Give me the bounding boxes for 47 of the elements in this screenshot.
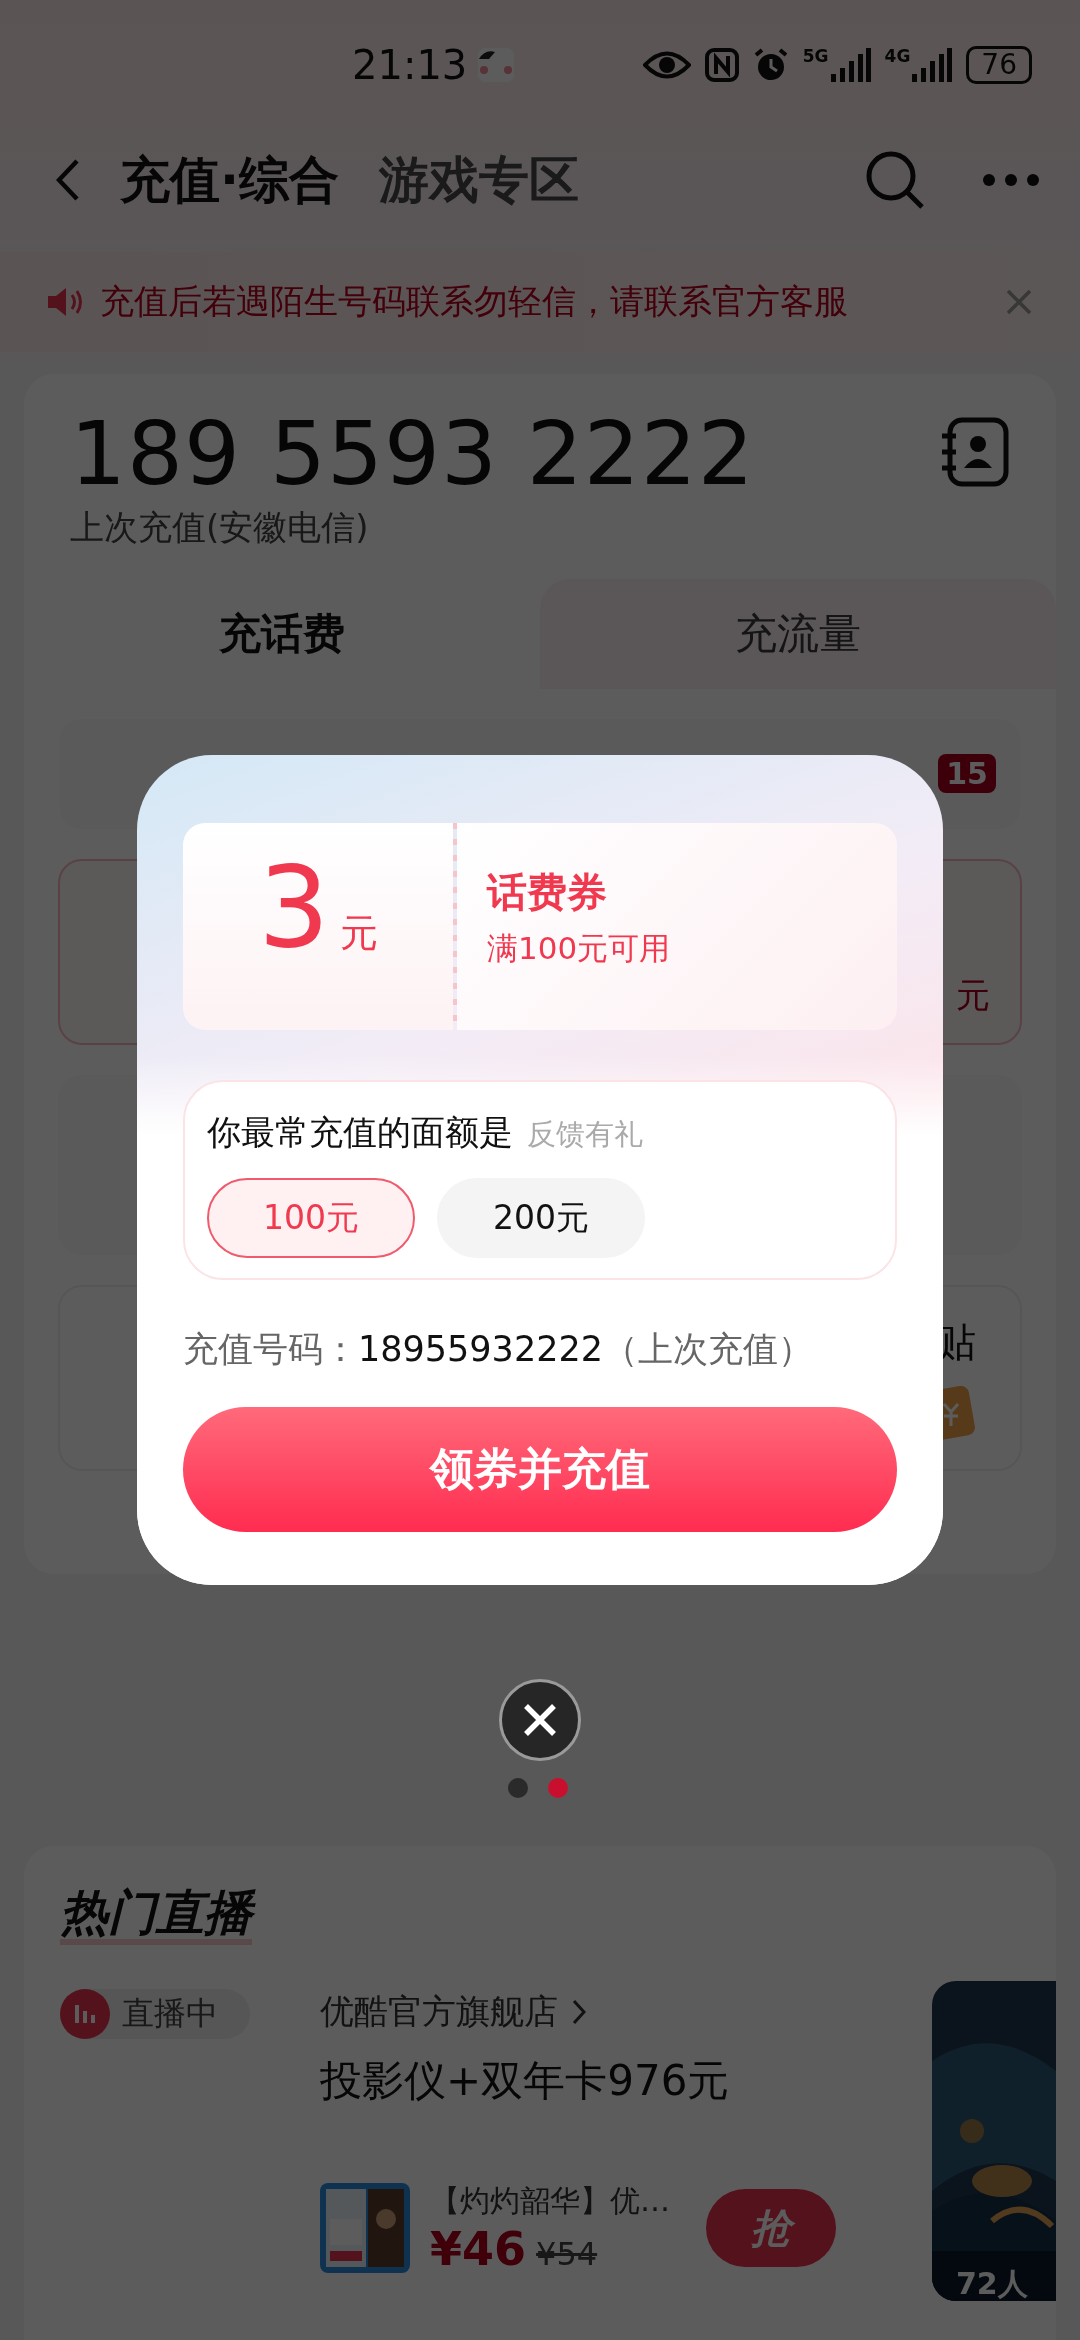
- sale-price: ¥46: [430, 2221, 527, 2276]
- pager-dot[interactable]: [548, 1778, 568, 1798]
- shop-name[interactable]: 优酷官方旗舰店: [320, 1988, 558, 2035]
- live-headline: 投影仪+双年卡976元: [320, 2054, 731, 2107]
- viewer-count: 72人: [956, 2265, 1029, 2303]
- coupon-unit: 元: [339, 910, 378, 957]
- back-icon[interactable]: [56, 158, 80, 202]
- alarm-icon: [752, 47, 789, 83]
- phone-label: 充值号码：: [183, 1328, 358, 1371]
- claim-recharge-button[interactable]: 领券并充值: [183, 1407, 897, 1532]
- amount-option[interactable]: 100元: [207, 1178, 415, 1258]
- coupon-amount: 3: [258, 851, 330, 963]
- last-recharge-note: 上次充值(安徽电信): [69, 505, 370, 549]
- phone-value: 18955932222: [358, 1329, 603, 1369]
- eye-icon: [642, 50, 691, 80]
- search-icon[interactable]: [864, 149, 926, 211]
- notice-text: 充值后若遇陌生号码联系勿轻信，请联系官方客服: [100, 280, 849, 323]
- live-status: 直播中: [122, 1992, 218, 2034]
- header-tab[interactable]: 充值·综合: [120, 146, 339, 214]
- chevron-right-icon: [572, 1998, 586, 2025]
- amount-option[interactable]: 200元: [437, 1178, 645, 1258]
- survey-question: 你最常充值的面额是: [207, 1111, 513, 1154]
- price-unit: 元: [956, 973, 990, 1017]
- phone-note: （上次充值）: [602, 1328, 813, 1371]
- grab-button[interactable]: 抢: [706, 2189, 836, 2268]
- original-price: ¥54: [536, 2234, 598, 2273]
- live-bars-icon: [60, 1988, 110, 2039]
- nfc-icon: [704, 48, 739, 82]
- signal-icon: [912, 48, 953, 82]
- product-name[interactable]: 【灼灼韶华】优…: [430, 2180, 670, 2222]
- close-icon: [523, 1703, 557, 1737]
- clock-time: 21:13: [352, 42, 468, 88]
- battery-level: 76: [966, 46, 1032, 84]
- header-tab[interactable]: 游戏专区: [379, 146, 579, 214]
- signal-icon: [830, 48, 871, 82]
- coupon-condition: 满100元可用: [487, 929, 672, 968]
- coupon-title: 话费券: [487, 868, 608, 917]
- pager-dot[interactable]: [508, 1778, 528, 1798]
- survey-hint: 反馈有礼: [527, 1116, 643, 1153]
- recharge-tab[interactable]: 充流量: [540, 578, 1056, 689]
- network-type: 4G: [884, 48, 911, 65]
- count-badge: 15: [938, 754, 996, 794]
- phone-number: 189 5593 2222: [70, 406, 755, 503]
- sticker-icon: [477, 47, 516, 83]
- close-icon[interactable]: [1006, 289, 1032, 315]
- more-icon[interactable]: [982, 173, 1040, 187]
- network-type: 5G: [802, 48, 829, 65]
